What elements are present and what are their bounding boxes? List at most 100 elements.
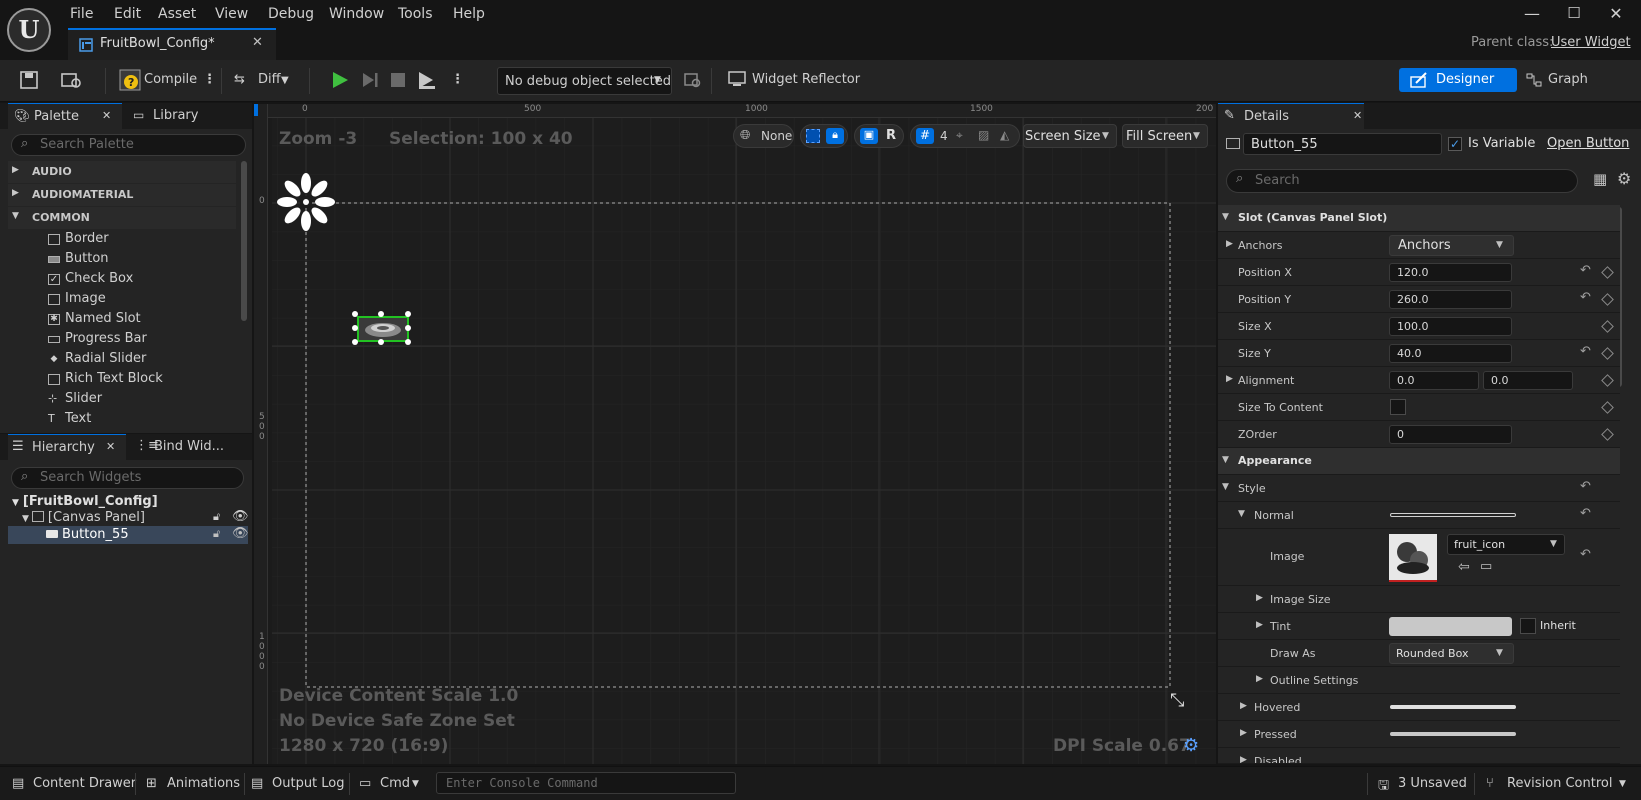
menu-debug[interactable]: Debug [268, 6, 314, 26]
step-icon[interactable] [360, 70, 380, 90]
open-button-link[interactable]: Open Button [1547, 136, 1629, 151]
draw-as-select[interactable]: Rounded Box ▼ [1389, 643, 1514, 664]
compile-options-icon[interactable]: ⋮ [203, 72, 216, 87]
size-y-input[interactable]: 40.0 [1389, 344, 1512, 363]
maximize-icon[interactable]: ☐ [1559, 4, 1589, 26]
gear-icon[interactable]: ⚙ [1183, 735, 1199, 756]
menu-help[interactable]: Help [453, 6, 485, 26]
settings-gear-icon[interactable]: ⚙ [1617, 169, 1631, 188]
menu-window[interactable]: Window [329, 6, 384, 26]
browse-icon[interactable] [60, 70, 84, 90]
alignment-x-input[interactable]: 0.0 [1389, 371, 1479, 390]
snap-toggle[interactable]: ▣ R [854, 124, 904, 148]
button-55-widget[interactable] [357, 316, 409, 342]
expand-icon[interactable]: ▶ [1256, 620, 1263, 630]
reset-icon[interactable]: ↶ [1580, 290, 1591, 305]
use-selected-icon[interactable]: ⇦ [1458, 559, 1470, 575]
expand-icon[interactable]: ▶ [1256, 593, 1263, 603]
cmd-select[interactable]: Cmd [380, 776, 410, 791]
expand-icon[interactable]: ▶ [1240, 755, 1247, 763]
content-drawer-button[interactable]: Content Drawer [33, 776, 136, 791]
resize-canvas-icon[interactable]: ⤡ [1170, 690, 1184, 711]
expand-icon[interactable]: ▶ [1226, 239, 1233, 249]
unreal-logo-icon[interactable]: U [7, 8, 51, 52]
designer-mode-button[interactable]: Designer [1399, 68, 1517, 92]
output-log-button[interactable]: Output Log [272, 776, 345, 791]
expand-icon[interactable]: ▶ [1240, 701, 1247, 711]
tab-details[interactable]: ✎ Details ✕ [1218, 103, 1364, 129]
inherit-checkbox[interactable] [1520, 618, 1536, 634]
resize-handle[interactable] [352, 339, 358, 345]
close-tab-icon[interactable]: ✕ [252, 35, 263, 50]
graph-mode-button[interactable]: Graph [1548, 72, 1588, 87]
resize-handle[interactable] [405, 325, 411, 331]
resize-handle[interactable] [405, 311, 411, 317]
fill-screen-select[interactable]: Fill Screen ▼ [1122, 124, 1208, 148]
reset-icon[interactable]: ↶ [1580, 479, 1591, 494]
collapse-icon[interactable]: ▼ [1238, 509, 1245, 519]
animations-button[interactable]: Animations [167, 776, 240, 791]
size-to-content-checkbox[interactable] [1390, 399, 1406, 415]
palette-item-radial-slider[interactable]: ◆ Radial Slider [48, 350, 228, 370]
palette-item-progress-bar[interactable]: Progress Bar [48, 330, 228, 350]
menu-asset[interactable]: Asset [158, 6, 196, 26]
resize-handle[interactable] [352, 311, 358, 317]
close-window-icon[interactable]: ✕ [1601, 4, 1631, 26]
play-options-icon[interactable]: ⋮ [451, 72, 464, 87]
collapse-icon[interactable]: ▼ [1222, 482, 1229, 492]
keyframe-icon[interactable] [1601, 347, 1614, 360]
keyframe-icon[interactable] [1601, 401, 1614, 414]
unsaved-button[interactable]: 3 Unsaved [1398, 776, 1467, 791]
table-view-icon[interactable]: ▦ [1593, 170, 1607, 188]
palette-item-text[interactable]: T Text [48, 410, 228, 430]
debug-browse-icon[interactable] [683, 71, 701, 89]
lock-icon[interactable]: 🔓︎ [213, 510, 220, 524]
palette-item-image[interactable]: Image [48, 290, 228, 310]
reset-icon[interactable]: ↶ [1580, 344, 1591, 359]
debug-object-select[interactable]: No debug object selected ▼ [497, 67, 672, 95]
alignment-y-input[interactable]: 0.0 [1483, 371, 1573, 390]
eye-icon[interactable]: 👁︎ [232, 526, 249, 541]
expand-icon[interactable]: ▶ [1226, 374, 1233, 384]
tab-palette[interactable]: 🎨︎ Palette ✕ [8, 103, 122, 129]
eye-icon[interactable]: 👁︎ [232, 509, 249, 524]
expand-icon[interactable]: ▶ [1256, 674, 1263, 684]
minimize-icon[interactable]: — [1517, 4, 1547, 26]
resize-handle[interactable] [378, 339, 384, 345]
palette-item-border[interactable]: Border [48, 230, 228, 250]
tree-canvas-panel[interactable]: ▼ [Canvas Panel] 🔓︎ 👁︎ [22, 509, 252, 525]
locale-preview-select[interactable]: 🌐︎ None [733, 124, 794, 148]
palette-search-input[interactable]: ⌕ Search Palette [11, 134, 246, 156]
category-audio[interactable]: ▶ AUDIO [8, 161, 236, 183]
reset-icon[interactable]: ↶ [1580, 506, 1591, 521]
parent-class-link[interactable]: User Widget [1551, 35, 1631, 50]
diff-button[interactable]: Diff [258, 72, 281, 87]
resize-handle[interactable] [378, 311, 384, 317]
tint-color-swatch[interactable] [1389, 617, 1512, 636]
resize-handle[interactable] [405, 339, 411, 345]
browse-asset-icon[interactable]: ▭ [1480, 559, 1492, 574]
respect-locks-toggle[interactable]: 🔒︎ [800, 124, 848, 148]
compile-button[interactable]: Compile [144, 72, 197, 87]
document-tab[interactable]: FruitBowl_Config* ✕ [68, 28, 276, 60]
keyframe-icon[interactable] [1601, 266, 1614, 279]
tree-button-55[interactable]: Button_55 🔓︎ 👁︎ [8, 526, 249, 544]
tab-bind-widgets[interactable]: ⋮≡ Bind Wid... [129, 434, 247, 460]
image-view-icon[interactable]: ▨ [978, 128, 989, 142]
palette-item-check-box[interactable]: ✓ Check Box [48, 270, 228, 290]
keyframe-icon[interactable] [1601, 374, 1614, 387]
menu-tools[interactable]: Tools [398, 6, 433, 26]
reset-icon[interactable]: ↶ [1580, 547, 1591, 562]
revision-control-button[interactable]: Revision Control [1507, 776, 1612, 791]
menu-view[interactable]: View [215, 6, 248, 26]
eject-icon[interactable] [416, 69, 438, 91]
expand-icon[interactable]: ▶ [1240, 728, 1247, 738]
section-slot[interactable]: ▼ Slot (Canvas Panel Slot) [1218, 205, 1620, 232]
size-x-input[interactable]: 100.0 [1389, 317, 1512, 336]
reset-icon[interactable]: ↶ [1580, 263, 1591, 278]
grid-snap-group[interactable]: # 4 ⌖ ▨ ◭ [910, 124, 1020, 148]
hierarchy-search-input[interactable]: ⌕ Search Widgets [11, 467, 244, 489]
palette-item-button[interactable]: Button [48, 250, 228, 270]
keyframe-icon[interactable] [1601, 428, 1614, 441]
is-variable-checkbox[interactable]: ✓ [1448, 137, 1462, 151]
